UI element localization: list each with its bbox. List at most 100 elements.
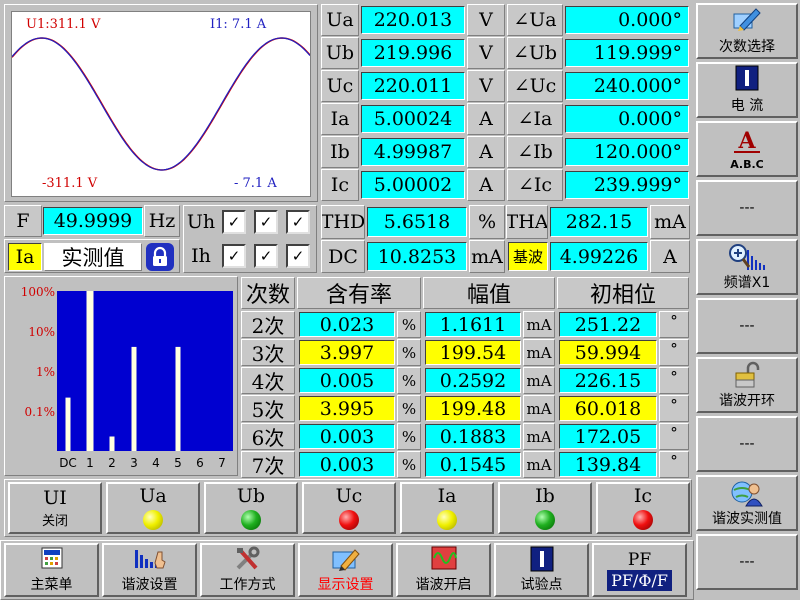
zoom-spectrum-icon bbox=[727, 242, 767, 272]
side-harmonic-measured[interactable]: 谐波实测值 bbox=[696, 475, 798, 531]
meas-angle-label-uc: ∠Uc bbox=[507, 70, 563, 102]
meas-label-ib: Ib bbox=[321, 136, 359, 168]
channel-button-ic[interactable]: Ic bbox=[596, 482, 690, 534]
row-ratio: 0.023 bbox=[299, 312, 395, 337]
row-amplitude: 1.1611 bbox=[425, 312, 521, 337]
meas-value-ua: 220.013 bbox=[361, 6, 465, 34]
row-phase-unit: ° bbox=[659, 339, 689, 366]
meas-unit-ua: V bbox=[467, 4, 505, 36]
calculator-icon bbox=[39, 546, 65, 574]
row-order: 7次 bbox=[241, 451, 295, 478]
meas-label-ua: Ua bbox=[321, 4, 359, 36]
meas-unit-ia: A bbox=[467, 103, 505, 135]
status-led-red-icon bbox=[633, 510, 653, 530]
side-harmonic-open-loop[interactable]: 谐波开环 bbox=[696, 357, 798, 413]
side-harmonic-order-select[interactable]: 次数选择 bbox=[696, 3, 798, 59]
menu-display-settings[interactable]: 显示设置 bbox=[298, 543, 393, 597]
meas-angle-ia: 0.000° bbox=[565, 105, 689, 133]
meas-unit-ub: V bbox=[467, 37, 505, 69]
row-ratio-unit: % bbox=[397, 367, 421, 394]
channel-button-ib[interactable]: Ib bbox=[498, 482, 592, 534]
check-uh-1[interactable]: ✓ bbox=[222, 210, 246, 234]
meas-label-ub: Ub bbox=[321, 37, 359, 69]
channel-button-sublabel: 关闭 bbox=[41, 513, 68, 529]
menu-label: 工作方式 bbox=[219, 577, 276, 593]
spectrum-hand-icon bbox=[133, 546, 167, 574]
check-uh-3[interactable]: ✓ bbox=[286, 210, 310, 234]
frequency-unit: Hz bbox=[144, 205, 180, 237]
spectrum-xtick-label: 4 bbox=[152, 456, 160, 470]
menu-pf-phase[interactable]: PF PF/Φ/F bbox=[592, 543, 687, 597]
marker-i-icon bbox=[530, 546, 554, 574]
side-label: A.B.C bbox=[730, 157, 764, 171]
channel-button-label: Uc bbox=[335, 485, 363, 507]
channel-button-ia[interactable]: Ia bbox=[400, 482, 494, 534]
voltage-min-label: -311.1 V bbox=[42, 176, 98, 191]
fundamental-label: 基波 bbox=[508, 242, 548, 271]
menu-work-mode[interactable]: 工作方式 bbox=[200, 543, 295, 597]
side-label: 电 流 bbox=[730, 98, 764, 114]
side-empty-2: --- bbox=[696, 298, 798, 354]
row-phase: 139.84 bbox=[559, 452, 657, 477]
side-label: 谐波开环 bbox=[719, 393, 775, 409]
meas-value-ic: 5.00002 bbox=[361, 171, 465, 199]
meas-label-ic: Ic bbox=[321, 169, 359, 201]
row-amplitude-unit: mA bbox=[523, 451, 555, 478]
row-order: 5次 bbox=[241, 395, 295, 422]
current-min-label: - 7.1 A bbox=[234, 176, 277, 191]
side-label: 次数选择 bbox=[719, 39, 775, 55]
row-phase-unit: ° bbox=[659, 311, 689, 338]
meas-value-uc: 220.011 bbox=[361, 72, 465, 100]
check-ih-1[interactable]: ✓ bbox=[222, 244, 246, 268]
row-ratio-unit: % bbox=[397, 311, 421, 338]
meas-angle-ib: 120.000° bbox=[565, 138, 689, 166]
channel-button-ua[interactable]: Ua bbox=[106, 482, 200, 534]
spectrum-bar-5 bbox=[175, 346, 181, 451]
side-current[interactable]: 电 流 bbox=[696, 62, 798, 118]
pen-display-icon bbox=[331, 546, 361, 574]
check-uh-2[interactable]: ✓ bbox=[254, 210, 278, 234]
meas-value-ub: 219.996 bbox=[361, 39, 465, 67]
user-globe-icon bbox=[730, 478, 764, 508]
row-amplitude: 199.54 bbox=[425, 340, 521, 365]
voltage-max-label: U1:311.1 V bbox=[26, 17, 101, 32]
side-spectrum-x1[interactable]: 频谱X1 bbox=[696, 239, 798, 295]
row-phase: 172.05 bbox=[559, 424, 657, 449]
menu-label: 试验点 bbox=[520, 577, 563, 593]
meas-angle-ub: 119.999° bbox=[565, 39, 689, 67]
spectrum-bar-2 bbox=[109, 436, 115, 451]
spectrum-chart: 100% 10% 1% 0.1% DC 1 2 3 4 5 6 7 bbox=[21, 285, 233, 470]
status-led-green-icon bbox=[535, 510, 555, 530]
channel-name[interactable]: Ia bbox=[8, 243, 42, 271]
tha-label: THA bbox=[506, 205, 548, 239]
waveform-plot bbox=[12, 37, 310, 171]
spectrum-xtick-label: 7 bbox=[218, 456, 226, 470]
menu-label: 显示设置 bbox=[317, 577, 374, 593]
side-empty-1: --- bbox=[696, 180, 798, 236]
row-order: 2次 bbox=[241, 311, 295, 338]
menu-harmonic-settings[interactable]: 谐波设置 bbox=[102, 543, 197, 597]
check-ih-3[interactable]: ✓ bbox=[286, 244, 310, 268]
lock-icon[interactable] bbox=[146, 243, 174, 271]
row-phase: 59.994 bbox=[559, 340, 657, 365]
channel-button-ui[interactable]: UI 关闭 bbox=[8, 482, 102, 534]
row-ratio: 3.995 bbox=[299, 396, 395, 421]
menu-main-menu[interactable]: 主菜单 bbox=[4, 543, 99, 597]
side-empty-3: --- bbox=[696, 416, 798, 472]
meas-angle-label-ia: ∠Ia bbox=[507, 103, 563, 135]
check-ih-2[interactable]: ✓ bbox=[254, 244, 278, 268]
menu-harmonic-on[interactable]: 谐波开启 bbox=[396, 543, 491, 597]
table-header-order: 次数 bbox=[241, 277, 295, 309]
menu-test-point[interactable]: 试验点 bbox=[494, 543, 589, 597]
row-ratio: 3.997 bbox=[299, 340, 395, 365]
voltage-waveform bbox=[12, 37, 310, 171]
unlock-icon bbox=[732, 360, 762, 390]
row-amplitude: 0.1883 bbox=[425, 424, 521, 449]
channel-button-uc[interactable]: Uc bbox=[302, 482, 396, 534]
side-abc[interactable]: A A.B.C bbox=[696, 121, 798, 177]
mode-value[interactable]: 实测值 bbox=[44, 243, 142, 271]
table-header-amplitude: 幅值 bbox=[423, 277, 555, 309]
channel-button-ub[interactable]: Ub bbox=[204, 482, 298, 534]
row-ratio-unit: % bbox=[397, 339, 421, 366]
side-label: 谐波实测值 bbox=[712, 511, 782, 527]
